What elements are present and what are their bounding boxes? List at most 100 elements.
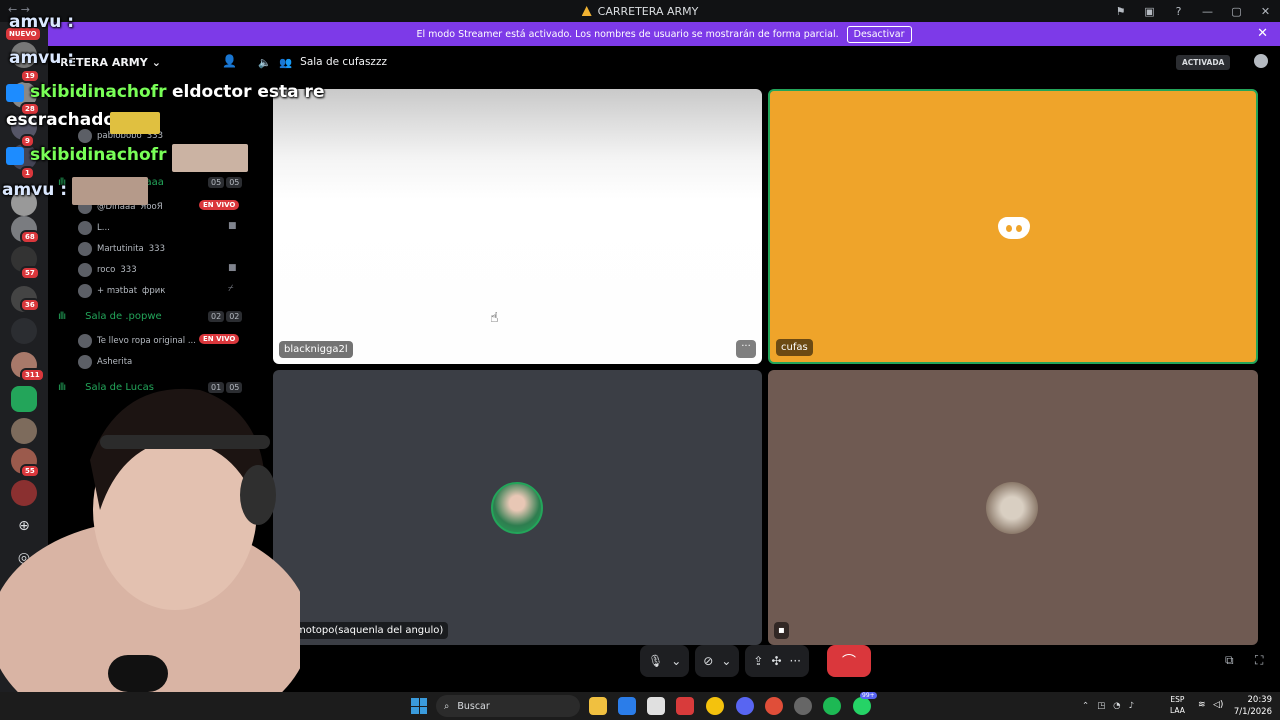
member-name: Te llevo ropa original ... (97, 336, 196, 346)
chevron-down-icon: ⌄ (721, 654, 732, 668)
add-member-icon[interactable]: 👤 (222, 54, 237, 68)
voice-member[interactable]: Martutinita 333 (78, 242, 165, 256)
mic-tray-icon[interactable]: ♪ (1129, 701, 1134, 711)
call-controls: 🎙 ⌄ ⊘ ⌄ ⇪ ✣ ··· ⌒ (640, 645, 871, 677)
video-tile[interactable]: blacknigga2l ··· (273, 89, 762, 364)
flag-icon[interactable]: ⚑ (1106, 0, 1135, 22)
voice-member[interactable]: L... (78, 221, 110, 235)
tray-app-icon[interactable]: ◳ (1097, 701, 1105, 711)
voice-channel[interactable]: ıllı Sala de .popwe (58, 311, 162, 322)
clock[interactable]: 20:39 7/1/2026 (1228, 694, 1272, 718)
hang-up-icon: ⌒ (842, 654, 856, 670)
overlay-message: escrachado (6, 110, 116, 130)
start-tile (411, 698, 419, 706)
unread-badge: 68 (20, 230, 40, 244)
unread-badge: 19 (20, 69, 40, 83)
count-a: 02 (208, 311, 225, 322)
close-button[interactable]: ✕ (1251, 0, 1280, 22)
close-icon[interactable]: ✕ (1257, 26, 1268, 41)
search-icon: ⌕ (444, 700, 450, 712)
avatar (78, 221, 92, 235)
chat-icon[interactable] (1254, 54, 1268, 68)
voice-member[interactable]: roco 333 (78, 263, 137, 277)
member-name: Asherita (97, 357, 133, 367)
activities-icon: ✣ (771, 654, 782, 668)
server-header[interactable]: RETERA ARMY ⌄ (60, 52, 161, 72)
language-indicator[interactable]: ESP LAA (1170, 694, 1185, 716)
speaker-icon[interactable]: 🔈 (258, 56, 271, 69)
spotify-icon[interactable] (823, 697, 841, 715)
maximize-button[interactable]: ▢ (1222, 0, 1251, 22)
stage-header: 🔈 👥 Sala de cufaszzz (258, 52, 387, 72)
more-options-icon[interactable]: ··· (736, 340, 756, 358)
lang-primary: ESP (1170, 695, 1185, 704)
help-icon[interactable]: ? (1164, 0, 1193, 22)
chat-badge-icon (6, 147, 24, 165)
member-name: Martutinita (97, 244, 144, 254)
file-explorer-icon[interactable] (589, 697, 607, 715)
avatar (986, 482, 1038, 534)
screen-share-icon: ⇪ (753, 654, 764, 668)
volume-icon[interactable]: ◁) (1213, 700, 1223, 710)
mic-icon: 🎙 (648, 654, 664, 668)
start-button[interactable] (411, 698, 427, 714)
live-badge: EN VIVO (199, 334, 240, 344)
voice-member[interactable]: Te llevo ropa original ... (78, 334, 196, 348)
chevron-up-icon[interactable]: ⌃ (1082, 701, 1089, 711)
app-icon[interactable] (676, 697, 694, 715)
mic-button[interactable]: 🎙 ⌄ (640, 645, 690, 677)
minimize-button[interactable]: — (1193, 0, 1222, 22)
muted-icon: ⌿ (228, 284, 234, 294)
popout-icon[interactable]: ⧉ (1225, 653, 1234, 668)
channel-count: 05 05 (206, 177, 243, 188)
camera-icon: ■ (228, 263, 237, 273)
channel-name: Sala de .popwe (85, 311, 162, 322)
camera-icon: ■ (228, 221, 237, 231)
video-tile[interactable]: cufas (768, 89, 1258, 364)
office-icon[interactable] (618, 697, 636, 715)
deactivate-button[interactable]: Desactivar (846, 25, 912, 43)
end-call-button[interactable]: ⌒ (827, 645, 871, 677)
lang-secondary: LAA (1170, 706, 1185, 715)
chrome-icon[interactable] (706, 697, 724, 715)
whatsapp-icon[interactable] (853, 697, 871, 715)
headset-ear (240, 465, 276, 525)
start-tile (419, 698, 427, 706)
count-b: 02 (226, 311, 243, 322)
video-tile[interactable]: ▪ (768, 370, 1258, 645)
emote-image (172, 144, 248, 172)
member-name: + mэtbat (97, 286, 138, 296)
screen-icon[interactable]: ▣ (1135, 0, 1164, 22)
chrome-icon[interactable] (765, 697, 783, 715)
tile-label: cufas (776, 339, 813, 356)
store-icon[interactable] (647, 697, 665, 715)
overlay-username: amvu : (9, 12, 75, 32)
discord-logo-icon (998, 217, 1030, 239)
member-tag: 333 (120, 265, 137, 275)
server-icon[interactable] (11, 318, 37, 344)
wifi-icon[interactable]: ≋ (1198, 700, 1206, 710)
member-name: L... (97, 223, 110, 233)
activity-badge[interactable]: ACTIVADA (1176, 55, 1231, 70)
discord-icon[interactable] (736, 697, 754, 715)
fullscreen-icon[interactable]: ⛶ (1255, 653, 1263, 668)
system-tray: ⌃ ◳ ◔ ♪ (1082, 692, 1134, 720)
video-tile[interactable]: motopo(saquenla del angulo) (273, 370, 762, 645)
tray-app-icon[interactable]: ◔ (1113, 701, 1120, 711)
voice-member[interactable]: Asherita (78, 355, 132, 369)
channel-count: 02 02 (206, 311, 243, 322)
more-icon: ··· (789, 654, 801, 668)
camera-button[interactable]: ⊘ ⌄ (695, 645, 740, 677)
chat-badge-icon (6, 84, 24, 102)
start-tile (411, 706, 419, 714)
count-b: 05 (226, 177, 243, 188)
obs-icon[interactable] (794, 697, 812, 715)
avatar (78, 284, 92, 298)
taskbar-search[interactable]: ⌕ Buscar (436, 695, 580, 717)
voice-member[interactable]: + mэtbat фрик (78, 284, 165, 298)
screen-share-button[interactable]: ⇪ ✣ ··· (745, 645, 809, 677)
camera-off-icon: ⊘ (703, 654, 714, 668)
count-a: 05 (208, 177, 225, 188)
emote-image (110, 112, 160, 134)
headset-band (100, 435, 270, 449)
